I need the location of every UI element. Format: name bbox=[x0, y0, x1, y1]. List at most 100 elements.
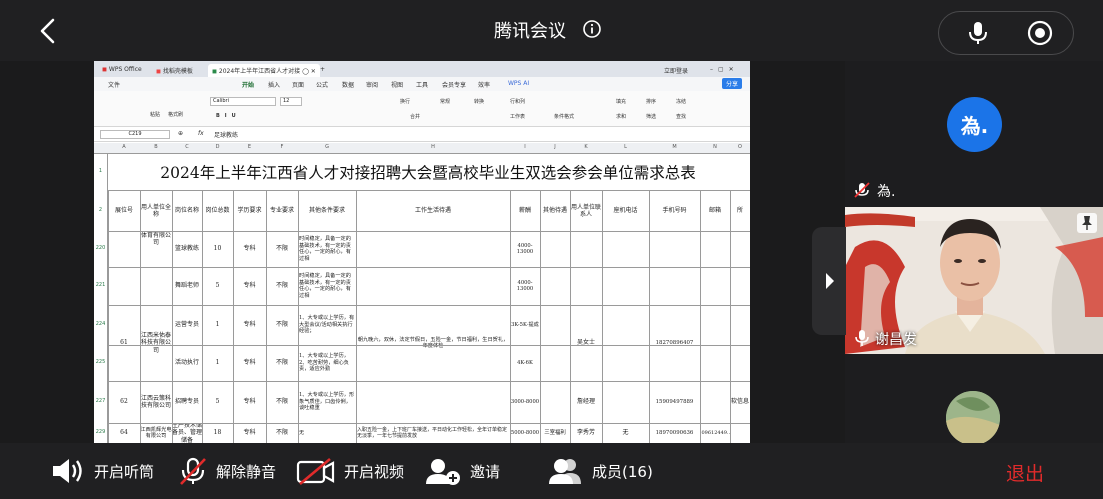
merge-button[interactable]: 合并 bbox=[410, 113, 420, 120]
column-header[interactable]: E bbox=[233, 144, 266, 150]
new-tab-button[interactable]: + bbox=[316, 64, 329, 77]
welfare-cell[interactable]: 入职五险一金，上下班厂车接送，平日动化工作轻松，全年订单稳定无淡季，一年七节提前… bbox=[356, 423, 510, 443]
video-tile[interactable]: 谢昌发 bbox=[845, 207, 1103, 354]
column-title[interactable]: 学历要求 bbox=[233, 191, 266, 231]
column-header[interactable]: K bbox=[570, 144, 602, 150]
menu-insert[interactable]: 插入 bbox=[268, 80, 280, 89]
menu-formula[interactable]: 公式 bbox=[316, 80, 328, 89]
font-size-select[interactable]: 12 bbox=[280, 97, 302, 106]
column-title[interactable]: 邮箱 bbox=[700, 191, 730, 231]
name-box[interactable]: C219 bbox=[100, 130, 170, 139]
column-title[interactable]: 座机电话 bbox=[602, 191, 649, 231]
mobile-cell[interactable]: 18270896407 bbox=[649, 305, 700, 381]
other-welfare-cell[interactable]: 三室福利 bbox=[540, 423, 570, 443]
position-cell[interactable]: 生产技术储备员、管理储备 bbox=[172, 423, 202, 443]
column-title[interactable]: 专业要求 bbox=[266, 191, 298, 231]
number-format-select[interactable]: 常规 bbox=[440, 98, 450, 105]
education-cell[interactable]: 专科 bbox=[233, 305, 266, 345]
position-cell[interactable]: 招聘专员 bbox=[172, 381, 202, 423]
video-button[interactable]: 开启视频 bbox=[296, 456, 404, 486]
count-cell[interactable]: 5 bbox=[202, 381, 233, 423]
company-cell[interactable]: 体育有限公司 bbox=[140, 231, 172, 247]
column-title[interactable]: 所 bbox=[730, 191, 750, 231]
column-title[interactable]: 工作生活待遇 bbox=[356, 191, 510, 231]
members-button[interactable]: 成员(16) bbox=[548, 456, 653, 486]
requirement-cell[interactable]: 1、大专或以上学历，2、吃苦耐劳，细心负责，适应外勤 bbox=[298, 345, 356, 381]
phone-cell[interactable]: 无 bbox=[602, 423, 649, 443]
requirement-cell[interactable]: 无 bbox=[298, 423, 356, 443]
count-cell[interactable]: 18 bbox=[202, 423, 233, 443]
text-style-buttons[interactable]: BIU bbox=[216, 113, 241, 119]
row-number[interactable]: 229 bbox=[94, 429, 107, 435]
pin-button[interactable] bbox=[1077, 213, 1097, 233]
collapse-sidebar-button[interactable] bbox=[812, 227, 846, 335]
email-cell[interactable]: 809612449... bbox=[700, 423, 730, 443]
requirement-cell[interactable]: 1、大专或以上学历，有大型会议/活动相关执行经验； bbox=[298, 305, 356, 345]
row-number[interactable]: 224 bbox=[94, 321, 107, 327]
salary-cell[interactable]: 4K-6K bbox=[510, 345, 540, 381]
requirement-cell[interactable]: 时间稳定，具备一定的基础技术，有一定的责任心，一定的耐心，有过相 bbox=[298, 267, 356, 305]
invite-button[interactable]: 邀请 bbox=[424, 456, 500, 486]
mobile-cell[interactable]: 18970090636 bbox=[649, 423, 700, 443]
company-cell[interactable]: 江西米佑泰科技有限公司 bbox=[140, 305, 172, 381]
menu-tools[interactable]: 工具 bbox=[416, 80, 428, 89]
row-number[interactable]: 220 bbox=[94, 245, 107, 251]
count-cell[interactable]: 1 bbox=[202, 305, 233, 345]
sheet-title[interactable]: 2024年上半年江西省人才对接招聘大会暨高校毕业生双选会参会单位需求总表 bbox=[108, 154, 748, 189]
speaker-button[interactable]: 开启听筒 bbox=[50, 456, 154, 486]
column-header[interactable]: C bbox=[172, 144, 202, 150]
unmute-button[interactable]: 解除静音 bbox=[178, 456, 276, 486]
mobile-cell[interactable]: 15909497889 bbox=[649, 381, 700, 423]
column-header[interactable]: O bbox=[730, 144, 750, 150]
fx-icon[interactable]: fx bbox=[198, 130, 204, 137]
menu-file[interactable]: 文件 bbox=[108, 80, 120, 89]
menu-review[interactable]: 审阅 bbox=[366, 80, 378, 89]
meeting-info-button[interactable] bbox=[582, 19, 602, 39]
window-controls[interactable]: –▢✕ bbox=[706, 64, 743, 77]
column-header[interactable]: H bbox=[356, 144, 510, 150]
company-cell[interactable]: 江西凯辉光电有限公司 bbox=[140, 423, 172, 443]
font-family-select[interactable]: Calibri bbox=[210, 97, 276, 106]
avatar[interactable]: 為. bbox=[947, 97, 1002, 152]
paste-button[interactable]: 粘贴 bbox=[150, 111, 160, 118]
column-header[interactable]: F bbox=[266, 144, 298, 150]
major-cell[interactable]: 不限 bbox=[266, 305, 298, 345]
column-title[interactable]: 岗位总数 bbox=[202, 191, 233, 231]
sum-button[interactable]: 求和 bbox=[616, 113, 626, 120]
contact-cell[interactable]: 吴女士 bbox=[570, 305, 602, 381]
count-cell[interactable]: 10 bbox=[202, 231, 233, 267]
wrap-button[interactable]: 换行 bbox=[400, 98, 410, 105]
column-header[interactable]: A bbox=[108, 144, 140, 150]
row-number[interactable]: 2 bbox=[94, 207, 107, 213]
contact-cell[interactable]: 李秀芳 bbox=[570, 423, 602, 443]
education-cell[interactable]: 专科 bbox=[233, 381, 266, 423]
filter-button[interactable]: 筛选 bbox=[646, 113, 656, 120]
booth-cell[interactable]: 62 bbox=[108, 381, 140, 423]
find-button[interactable]: 查找 bbox=[676, 113, 686, 120]
avatar[interactable] bbox=[946, 391, 1000, 445]
share-button[interactable]: 分享 bbox=[722, 78, 743, 89]
wps-tab-document[interactable]: ◼ 2024年上半年江西省人才对接 ◯ ✕ bbox=[208, 64, 320, 77]
row-number[interactable]: 221 bbox=[94, 282, 107, 288]
column-header[interactable]: L bbox=[602, 144, 649, 150]
count-cell[interactable]: 5 bbox=[202, 267, 233, 305]
column-header[interactable]: D bbox=[202, 144, 233, 150]
menu-data[interactable]: 数据 bbox=[342, 80, 354, 89]
zoom-icon[interactable]: ⊕ bbox=[178, 130, 183, 137]
format-painter-button[interactable]: 格式刷 bbox=[168, 111, 183, 118]
sort-button[interactable]: 排序 bbox=[646, 98, 656, 105]
fill-button[interactable]: 填充 bbox=[616, 98, 626, 105]
back-button[interactable] bbox=[34, 16, 62, 46]
column-title[interactable]: 其他条件要求 bbox=[298, 191, 356, 231]
menu-page[interactable]: 页面 bbox=[292, 80, 304, 89]
column-header[interactable]: I bbox=[510, 144, 540, 150]
welfare-cell[interactable]: 朝九晚六，双休，法定节假日，五险一金，节日福利，生日贺礼，年度体检 bbox=[356, 305, 510, 381]
row-number[interactable]: 225 bbox=[94, 359, 107, 365]
requirement-cell[interactable]: 时间稳定，具备一定的基础技术，有一定的责任心，一定的耐心，有过相 bbox=[298, 231, 356, 267]
position-cell[interactable]: 舞蹈老师 bbox=[172, 267, 202, 305]
count-cell[interactable]: 1 bbox=[202, 345, 233, 381]
salary-cell[interactable]: 3K-5K·提成 bbox=[510, 305, 540, 345]
major-cell[interactable]: 不限 bbox=[266, 345, 298, 381]
column-header[interactable]: B bbox=[140, 144, 172, 150]
major-cell[interactable]: 不限 bbox=[266, 231, 298, 267]
